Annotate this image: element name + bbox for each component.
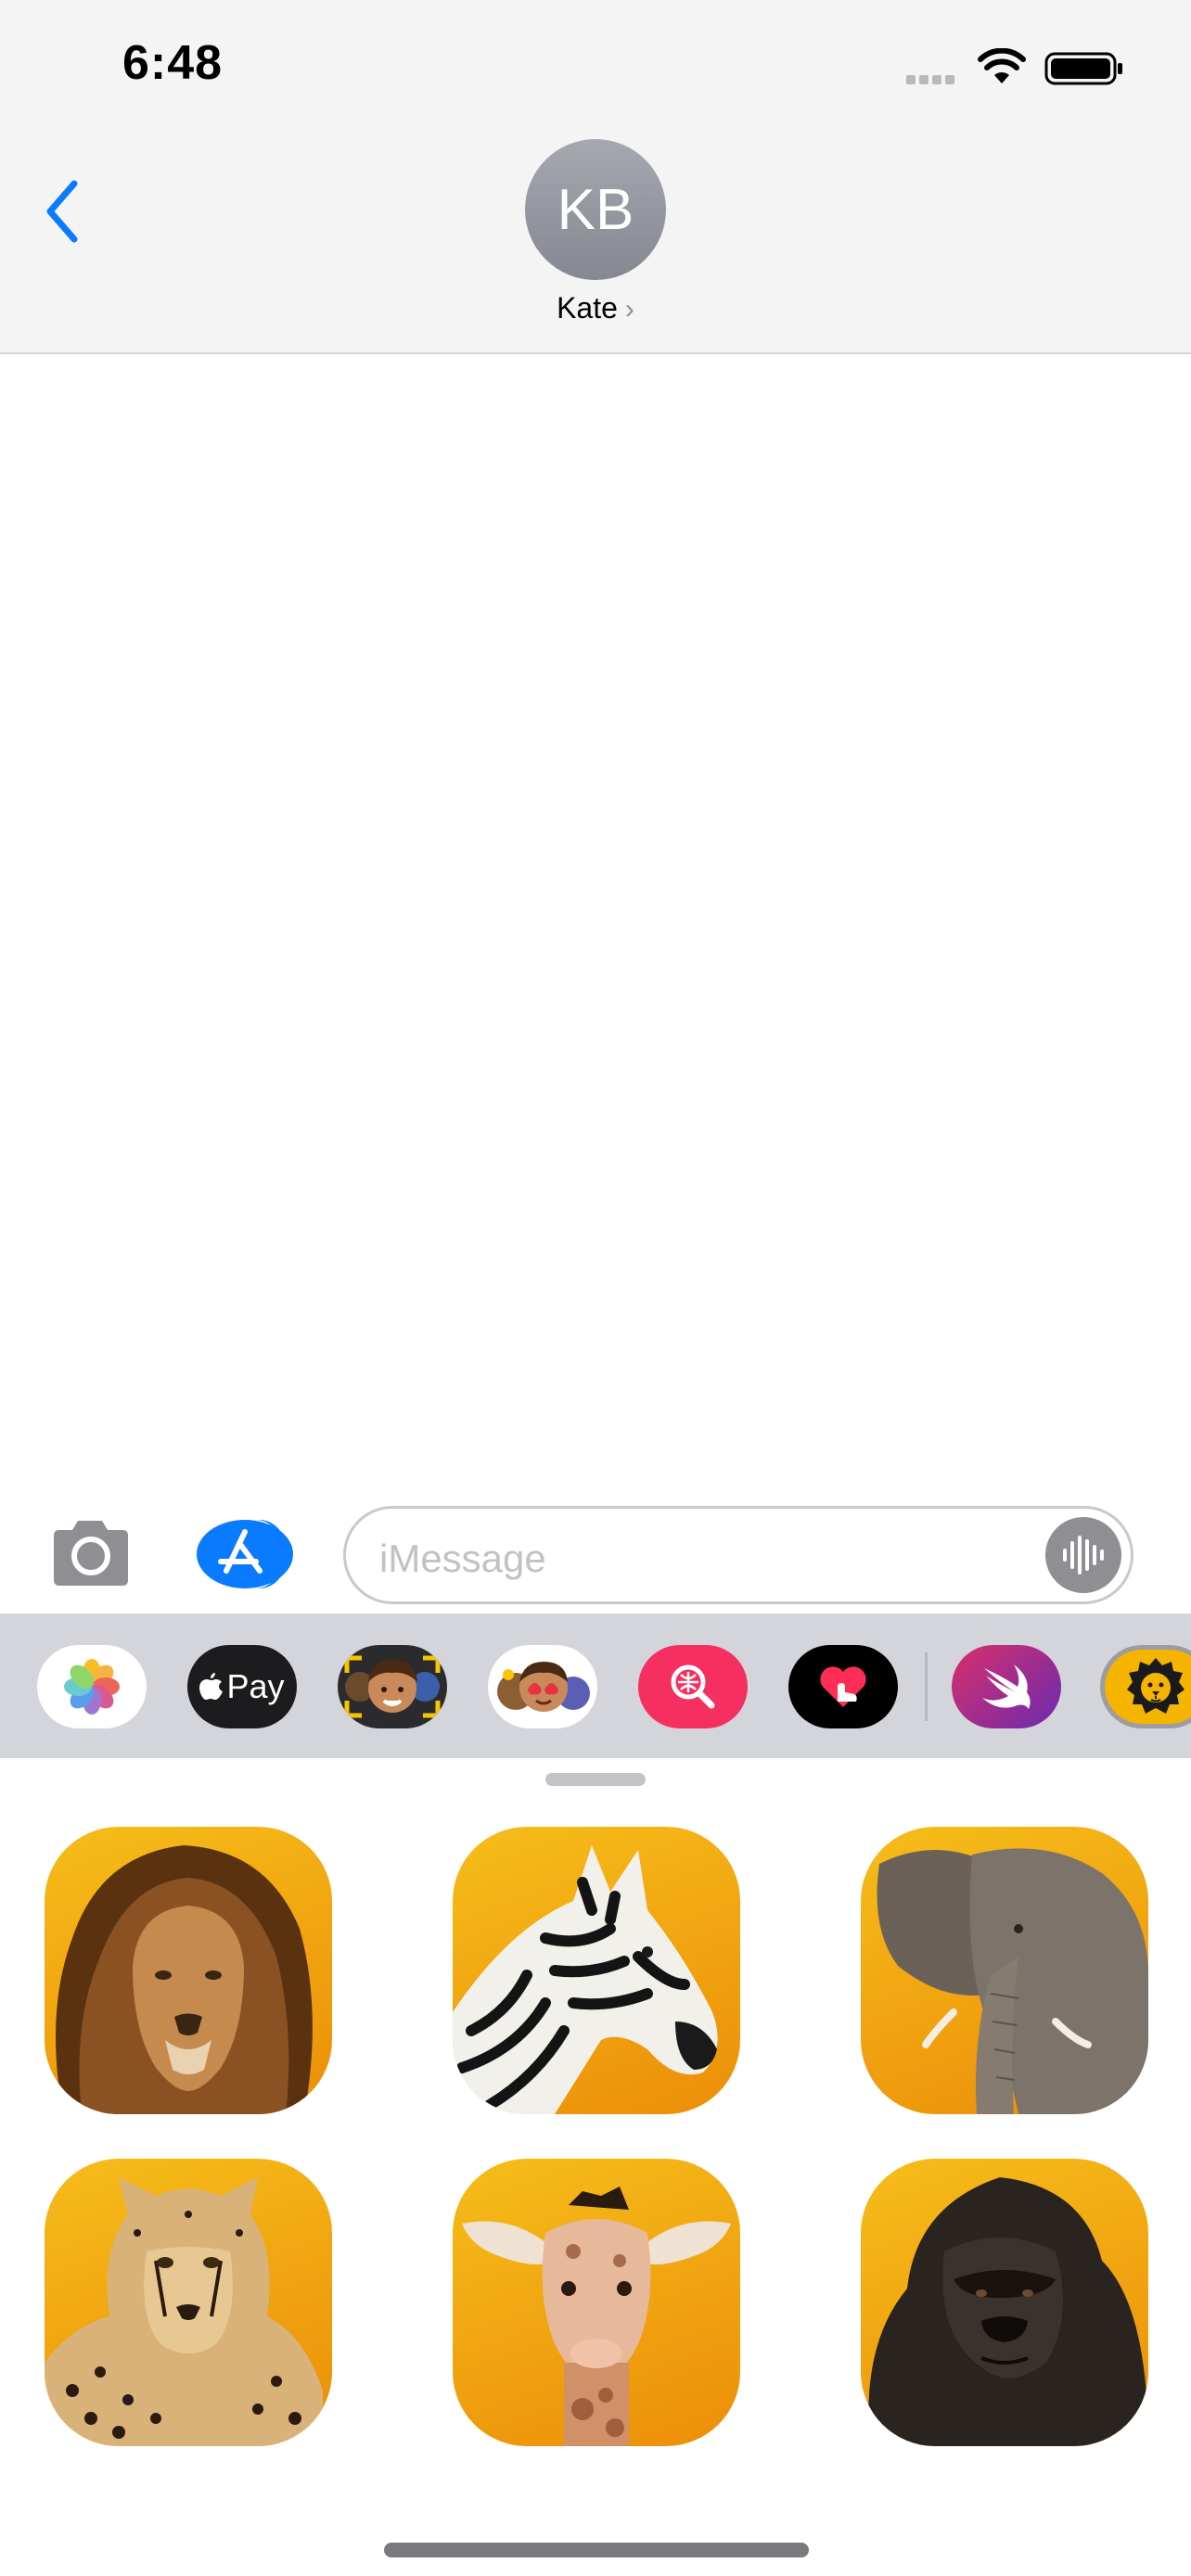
giraffe-sticker[interactable] [453, 2159, 740, 2446]
conversation-header: KB Kate › [0, 130, 1191, 354]
elephant-sticker[interactable] [861, 1827, 1148, 2114]
app-animoji[interactable] [488, 1645, 597, 1728]
image-search-icon [671, 1664, 715, 1709]
app-swift[interactable] [952, 1645, 1061, 1728]
camera-icon [54, 1521, 128, 1586]
lion-icon [1127, 1658, 1185, 1714]
gorilla-sticker-art [868, 2177, 1148, 2446]
back-button[interactable] [37, 174, 93, 249]
battery-icon [1044, 52, 1122, 85]
digital-touch-icon [820, 1666, 866, 1707]
home-indicator[interactable] [384, 2543, 809, 2557]
app-photos[interactable] [37, 1645, 147, 1728]
lion-sticker-art [56, 1845, 313, 2114]
app-apple-pay[interactable]: Pay [187, 1645, 297, 1728]
status-bar: 6:48 [0, 0, 1191, 130]
app-drawer: Pay [0, 1613, 1191, 1758]
lion-sticker[interactable] [45, 1827, 332, 2114]
chevron-left-icon [46, 180, 78, 243]
cheetah-sticker-art [45, 2177, 323, 2446]
status-time: 6:48 [122, 36, 224, 90]
apple-logo-icon [199, 1673, 224, 1700]
zebra-sticker-art [453, 1845, 718, 2114]
apple-pay-label: Pay [226, 1667, 285, 1705]
app-store-icon [197, 1520, 293, 1588]
message-input[interactable]: iMessage [343, 1506, 1133, 1604]
elephant-sticker-art [877, 1848, 1148, 2114]
swift-icon [982, 1664, 1031, 1709]
app-memoji-stickers[interactable] [338, 1645, 447, 1728]
waveform-icon [1063, 1536, 1104, 1575]
sheet-grabber[interactable] [545, 1773, 646, 1786]
photos-icon [64, 1659, 120, 1715]
contact-name-button[interactable]: Kate › [0, 291, 1191, 325]
cellular-signal-icon [906, 72, 962, 84]
camera-button[interactable] [46, 1515, 135, 1589]
contact-avatar[interactable]: KB [525, 139, 666, 280]
app-images-search[interactable] [638, 1645, 748, 1728]
message-input-placeholder: iMessage [379, 1537, 546, 1580]
animoji-icon [497, 1662, 590, 1712]
chevron-right-icon: › [624, 294, 634, 325]
giraffe-sticker-art [462, 2187, 731, 2446]
cheetah-sticker[interactable] [45, 2159, 332, 2446]
apps-button[interactable] [195, 1519, 295, 1589]
contact-name: Kate [557, 291, 618, 325]
sticker-sheet [0, 1758, 1191, 2576]
zebra-sticker[interactable] [453, 1827, 740, 2114]
app-digital-touch[interactable] [788, 1645, 898, 1728]
gorilla-sticker[interactable] [861, 2159, 1148, 2446]
memoji-icon [344, 1655, 441, 1718]
compose-bar: iMessage [0, 1487, 1191, 1613]
audio-message-button[interactable] [1045, 1517, 1121, 1593]
app-animal-stickers[interactable] [1100, 1645, 1191, 1728]
app-strip-divider [925, 1652, 928, 1721]
message-list [0, 356, 1191, 1487]
wifi-icon [978, 48, 1026, 83]
